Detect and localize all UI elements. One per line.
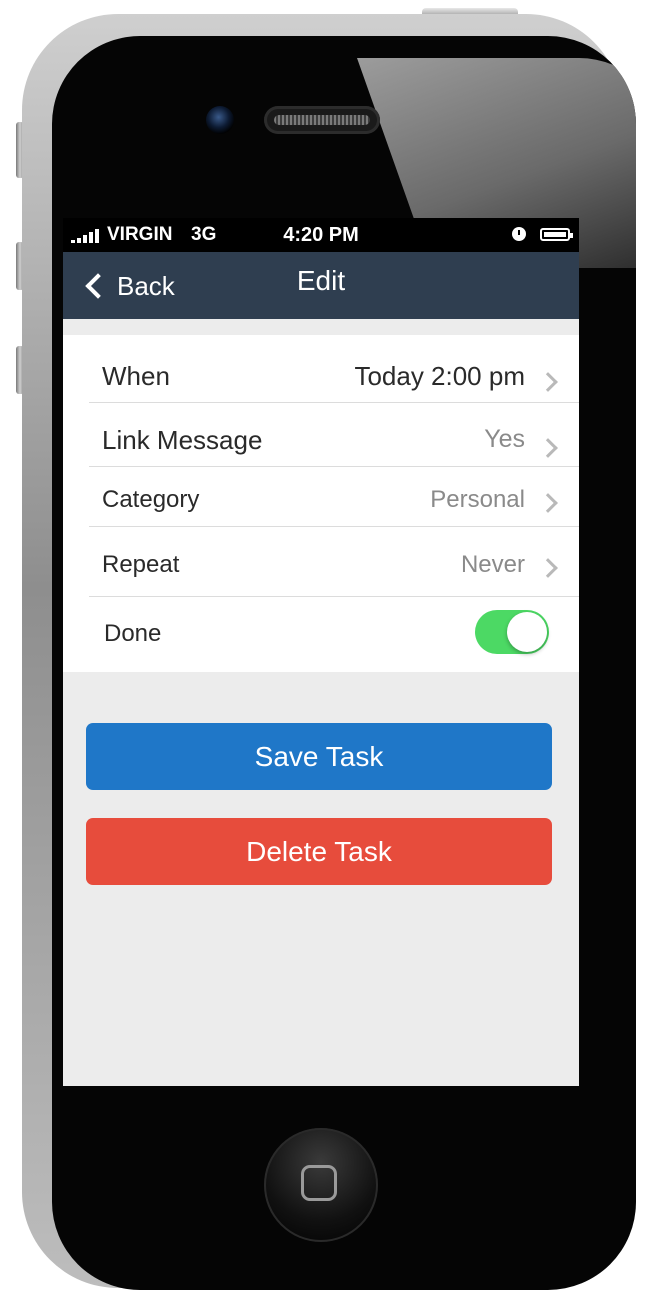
- category-row[interactable]: Category Personal: [89, 467, 579, 527]
- done-row: Done: [89, 597, 579, 672]
- app-screen: VIRGIN 3G 4:20 PM Back Edit When Today 2…: [63, 218, 579, 1086]
- link-message-value: Yes: [484, 425, 525, 453]
- home-button-icon: [301, 1165, 337, 1201]
- battery-icon: [540, 228, 573, 241]
- done-toggle[interactable]: [475, 610, 549, 654]
- when-value: Today 2:00 pm: [354, 361, 525, 391]
- navigation-bar: Back Edit: [63, 252, 579, 319]
- chevron-right-icon: [538, 558, 558, 578]
- delete-task-button[interactable]: Delete Task: [86, 818, 552, 885]
- save-task-button[interactable]: Save Task: [86, 723, 552, 790]
- category-label: Category: [102, 486, 200, 513]
- task-settings-list: When Today 2:00 pm Link Message Yes Cate…: [63, 335, 579, 672]
- toggle-knob: [507, 612, 547, 652]
- page-title: Edit: [296, 265, 346, 296]
- repeat-row[interactable]: Repeat Never: [89, 527, 579, 597]
- chevron-right-icon: [538, 493, 558, 513]
- when-row[interactable]: When Today 2:00 pm: [89, 335, 579, 403]
- done-label: Done: [104, 620, 162, 647]
- status-bar: VIRGIN 3G 4:20 PM: [63, 218, 579, 252]
- alarm-icon: [512, 227, 526, 241]
- when-label: When: [102, 361, 170, 391]
- chevron-right-icon: [538, 438, 558, 458]
- repeat-label: Repeat: [102, 551, 180, 578]
- category-value: Personal: [430, 486, 525, 513]
- link-message-row[interactable]: Link Message Yes: [89, 403, 579, 467]
- status-time: 4:20 PM: [283, 224, 359, 246]
- home-button[interactable]: [264, 1128, 378, 1242]
- repeat-value: Never: [460, 551, 525, 578]
- front-camera-icon: [206, 106, 234, 134]
- chevron-right-icon: [538, 372, 558, 392]
- earpiece-speaker: [264, 106, 380, 134]
- link-message-label: Link Message: [102, 425, 263, 455]
